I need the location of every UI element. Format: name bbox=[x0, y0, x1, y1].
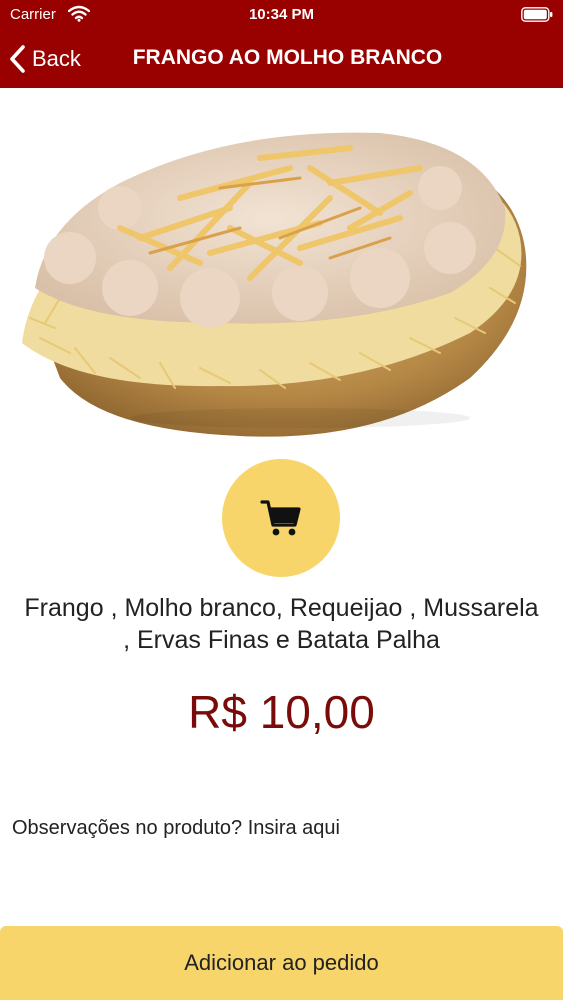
cart-icon bbox=[260, 500, 301, 536]
cart-button[interactable] bbox=[222, 459, 340, 577]
product-description: Frango , Molho branco, Requeijao , Mussa… bbox=[24, 594, 539, 654]
product-price: R$ 10,00 bbox=[188, 686, 375, 738]
product-image bbox=[22, 132, 527, 437]
page-title: FRANGO AO MOLHO BRANCO bbox=[132, 46, 443, 69]
notes-input[interactable] bbox=[12, 808, 552, 848]
navigation-bar: Back FRANGO AO MOLHO BRANCO bbox=[0, 30, 563, 88]
battery-icon bbox=[521, 7, 553, 22]
status-bar: Carrier 10:34 PM bbox=[0, 0, 563, 30]
add-to-order-button[interactable]: Adicionar ao pedido bbox=[0, 926, 563, 1000]
status-time: 10:34 PM bbox=[248, 6, 315, 23]
